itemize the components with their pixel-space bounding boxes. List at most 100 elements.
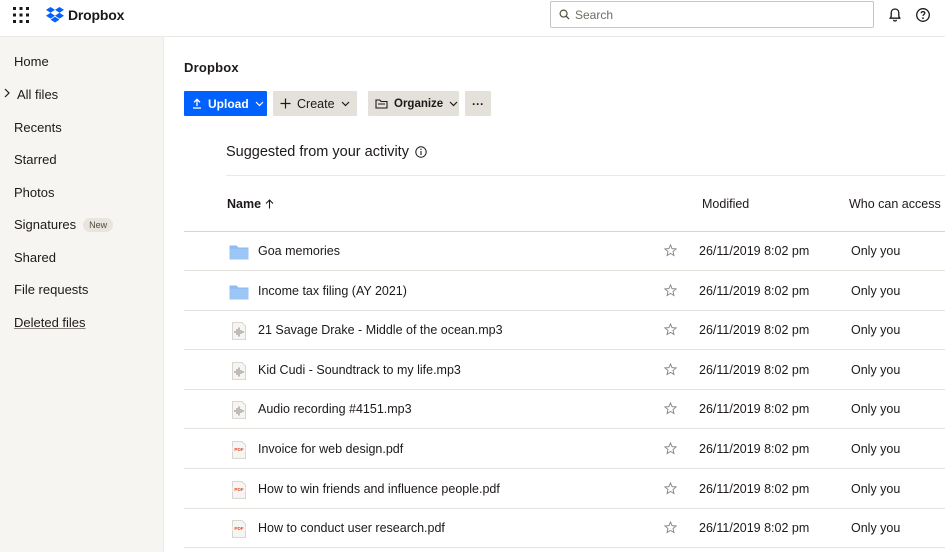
organize-button[interactable]: Organize [368,91,459,116]
chevron-down-icon [449,101,458,107]
app-grid-icon[interactable] [13,7,29,23]
sidebar-item-home[interactable]: Home [14,54,49,69]
file-access: Only you [851,244,901,258]
file-name[interactable]: How to win friends and influence people.… [258,482,500,496]
top-bar: Dropbox [0,0,945,37]
info-icon[interactable] [415,146,427,158]
plus-icon [280,98,291,109]
file-modified: 26/11/2019 8:02 pm [699,362,810,377]
search-icon [559,9,570,20]
file-access: Only you [851,442,901,456]
pdf-file-icon: PDF [229,441,249,459]
sidebar-item-label: Starred [14,152,57,167]
file-name[interactable]: Income tax filing (AY 2021) [258,284,407,298]
pdf-file-icon: PDF [229,520,249,539]
file-access: Only you [851,481,901,496]
file-name[interactable]: Goa memories [258,244,340,258]
dropbox-icon [46,7,64,23]
star-icon[interactable] [664,362,677,376]
file-modified: 26/11/2019 8:02 pm [699,323,810,338]
organize-label: Organize [394,97,444,110]
chevron-down-icon [341,101,350,107]
file-modified: 26/11/2019 8:02 pm [699,481,810,496]
dropbox-logo[interactable]: Dropbox [46,6,124,24]
column-header-modified[interactable]: Modified [702,197,749,211]
folder-organize-icon [375,98,388,109]
star-icon[interactable] [664,323,677,336]
new-badge: New [83,217,114,232]
create-button[interactable]: Create [273,91,357,116]
table-row[interactable]: Audio recording #4151.mp3 26/11/2019 8:02… [184,390,945,430]
sidebar-item-file-requests[interactable]: File requests [14,282,88,297]
file-modified: 26/11/2019 8:02 pm [699,244,810,258]
table-row[interactable]: PDF Invoice for web design.pdf 26/11/2019 … [184,430,945,469]
upload-label: Upload [208,96,249,111]
star-icon[interactable] [664,244,677,257]
sidebar-item-all-files[interactable]: All files [4,87,59,102]
sidebar-item-label: Home [14,54,49,69]
sidebar-item-label: File requests [14,282,89,297]
column-header-name[interactable]: Name [227,197,274,211]
sidebar-item-label: Signatures [14,217,77,232]
folder-icon [229,283,249,301]
file-name[interactable]: Invoice for web design.pdf [258,442,403,456]
more-options-button[interactable]: ··· [465,91,491,116]
star-icon[interactable] [664,402,677,415]
file-modified: 26/11/2019 8:02 pm [699,402,810,417]
star-icon[interactable] [664,521,677,534]
table-row[interactable]: PDF How to win friends and influence peop… [184,470,945,509]
table-row[interactable]: Kid Cudi - Soundtrack to my life.mp3 26/1… [184,351,945,390]
file-modified: 26/11/2019 8:02 pm [699,521,810,536]
file-name[interactable]: 21 Savage Drake - Middle of the ocean.mp… [258,323,503,337]
folder-icon [229,243,249,261]
suggested-title: Suggested from your activity [226,144,409,160]
pdf-file-icon: PDF [229,480,249,499]
svg-text:PDF: PDF [234,526,243,531]
star-icon[interactable] [664,442,677,455]
breadcrumb[interactable]: Dropbox [184,60,239,75]
file-access: Only you [851,323,901,338]
audio-file-icon [229,401,249,420]
sidebar-item-label: All files [17,87,59,102]
file-access: Only you [851,402,901,417]
table-row[interactable]: Income tax filing (AY 2021) 26/11/2019 8:… [184,272,945,311]
column-header-access[interactable]: Who can access [849,197,941,211]
chevron-down-icon [255,101,264,107]
file-access: Only you [851,283,901,298]
audio-file-icon [229,361,249,380]
chevron-right-icon [4,88,10,101]
file-modified: 26/11/2019 8:02 pm [699,283,810,298]
table-row[interactable]: Goa memories 26/11/2019 8:02 pm Only you [184,232,945,271]
star-icon[interactable] [664,481,677,495]
sort-arrow-up-icon [265,199,274,209]
suggested-heading: Suggested from your activity [226,144,427,160]
search-box[interactable] [550,1,874,28]
svg-text:PDF: PDF [234,487,243,492]
bell-icon[interactable] [887,7,903,23]
upload-button[interactable]: Upload [184,91,267,116]
sidebar-item-shared[interactable]: Shared [14,250,56,265]
table-row[interactable]: PDF How to conduct user research.pdf 26/11… [184,509,945,549]
sidebar-item-label: Photos [14,185,55,200]
sidebar-item-label: Recents [14,120,62,135]
sidebar-item-deleted-files[interactable]: Deleted files [14,315,86,330]
sidebar-item-photos[interactable]: Photos [14,185,54,200]
sidebar-item-starred[interactable]: Starred [14,152,57,167]
file-name[interactable]: How to conduct user research.pdf [258,521,445,535]
file-name[interactable]: Audio recording #4151.mp3 [258,402,412,416]
sidebar-item-signatures[interactable]: Signatures New [14,217,114,232]
file-name[interactable]: Kid Cudi - Soundtrack to my life.mp3 [258,363,461,377]
sidebar-item-label: Deleted files [14,315,86,330]
audio-file-icon [229,322,249,341]
star-icon[interactable] [664,283,677,297]
help-icon[interactable] [915,7,931,23]
divider [226,175,945,176]
sidebar: Home All files Recents Starred Photos Si… [0,37,164,552]
more-icon: ··· [472,96,484,111]
sidebar-item-recents[interactable]: Recents [14,120,62,135]
svg-text:PDF: PDF [234,447,243,452]
search-input[interactable] [575,7,855,22]
table-row[interactable]: 21 Savage Drake - Middle of the ocean.mp… [184,311,945,351]
file-modified: 26/11/2019 8:02 pm [699,442,810,456]
upload-icon [192,98,202,109]
